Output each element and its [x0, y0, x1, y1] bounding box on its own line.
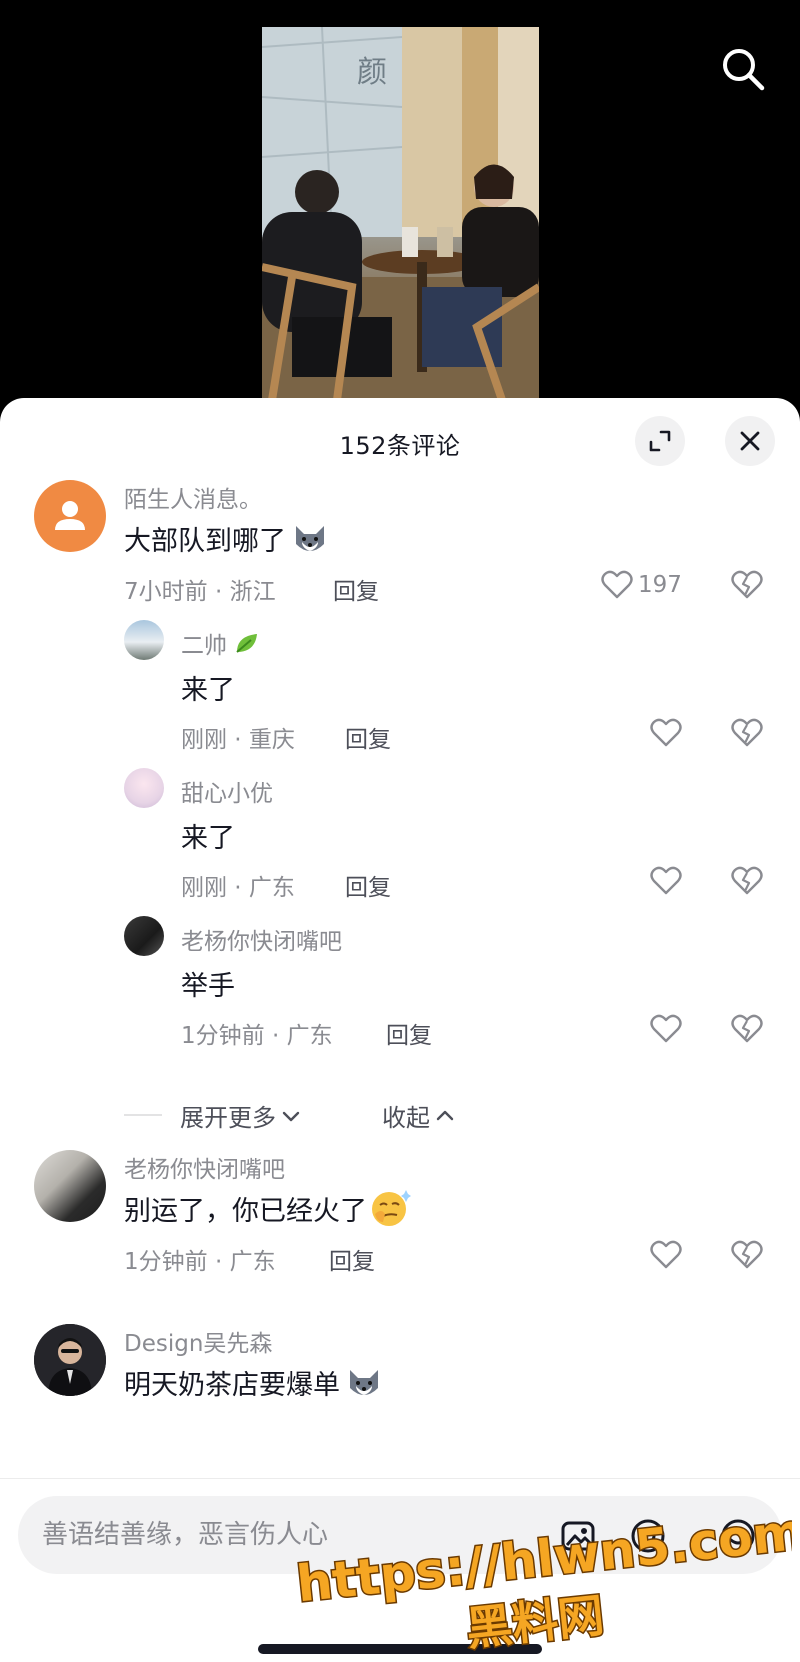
broken-heart-icon	[731, 570, 763, 599]
avatar[interactable]	[124, 768, 164, 808]
mention-button[interactable]	[628, 1516, 668, 1556]
comment-text-content: 别运了，你已经火了	[124, 1195, 367, 1227]
comment-text: 举手	[181, 971, 235, 1002]
like-count: 197	[638, 572, 682, 598]
collapse-button[interactable]: 收起	[382, 1098, 456, 1133]
broken-heart-icon	[731, 718, 763, 747]
comment-text: 来了	[181, 675, 235, 706]
comment-time-location: 1分钟前 · 广东	[181, 1023, 333, 1049]
dislike-button[interactable]	[730, 568, 764, 606]
reply-item: 二帅 来了 刚刚 · 重庆 回复	[0, 618, 800, 768]
avatar-photo	[34, 1324, 106, 1396]
reply-button[interactable]: 回复	[386, 1016, 432, 1050]
reply-item: 甜心小优 来了 刚刚 · 广东 回复	[0, 766, 800, 916]
dislike-button[interactable]	[730, 1012, 764, 1050]
comment-item: 老杨你快闭嘴吧 别运了，你已经火了 1分钟前 · 广东 回复	[0, 1148, 800, 1298]
comment-username[interactable]: 老杨你快闭嘴吧	[124, 1150, 285, 1184]
comment-username[interactable]: 老杨你快闭嘴吧	[181, 922, 342, 956]
emoji-button[interactable]	[718, 1516, 758, 1556]
husky-emoji-icon	[350, 1370, 378, 1395]
comment-time-location: 1分钟前 · 广东	[124, 1249, 276, 1275]
dislike-button[interactable]	[730, 1238, 764, 1276]
avatar[interactable]	[34, 1324, 106, 1396]
comment-time-location: 刚刚 · 广东	[181, 875, 295, 901]
heart-icon	[650, 718, 682, 747]
video-thumbnail[interactable]: 颜	[262, 27, 539, 400]
image-icon	[561, 1521, 595, 1551]
svg-text:颜: 颜	[357, 55, 387, 90]
comment-input-bar	[0, 1478, 800, 1662]
close-icon	[740, 431, 760, 451]
leaf-emoji-icon	[236, 634, 257, 653]
expand-sheet-button[interactable]	[635, 416, 685, 466]
chevron-down-icon	[282, 1111, 300, 1121]
comment-text-content: 大部队到哪了	[124, 525, 286, 557]
comment-username-text: 二帅	[181, 633, 227, 659]
comment-text: 明天奶茶店要爆单	[124, 1362, 384, 1402]
heart-icon	[650, 1240, 682, 1269]
video-player[interactable]: 颜	[0, 0, 800, 400]
comment-username[interactable]: 陌生人消息。	[124, 480, 262, 514]
default-user-icon	[55, 501, 85, 530]
reply-button[interactable]: 回复	[329, 1242, 375, 1276]
broken-heart-icon	[731, 866, 763, 895]
dislike-button[interactable]	[730, 716, 764, 754]
chevron-up-icon	[436, 1110, 454, 1120]
husky-emoji-icon	[296, 526, 324, 551]
avatar[interactable]	[34, 480, 106, 552]
avatar[interactable]	[124, 620, 164, 660]
comment-username[interactable]: 二帅	[181, 626, 261, 660]
avatar[interactable]	[34, 1150, 106, 1222]
comment-text: 别运了，你已经火了	[124, 1188, 411, 1228]
smirk-emoji-icon	[372, 1190, 411, 1226]
comment-text: 大部队到哪了	[124, 518, 330, 558]
dislike-button[interactable]	[730, 864, 764, 902]
heart-icon	[650, 1014, 682, 1043]
comment-sheet: 152条评论 陌生人消息。 大部队到哪了 7小时前 · 浙江 回复 197 二帅…	[0, 398, 800, 1662]
reply-item: 老杨你快闭嘴吧 举手 1分钟前 · 广东 回复	[0, 914, 800, 1064]
close-button[interactable]	[725, 416, 775, 466]
comment-text: 来了	[181, 823, 235, 854]
sheet-header: 152条评论	[0, 398, 800, 482]
video-scene-image: 颜	[262, 27, 539, 400]
like-button[interactable]: 197	[600, 568, 682, 602]
comment-username[interactable]: 甜心小优	[181, 774, 273, 808]
avatar[interactable]	[124, 916, 164, 956]
expand-more-label: 展开更多	[180, 1104, 276, 1132]
like-button[interactable]	[649, 1012, 683, 1046]
expand-more-button[interactable]: 展开更多	[180, 1098, 302, 1133]
like-button[interactable]	[649, 716, 683, 750]
search-button[interactable]	[718, 44, 768, 94]
comment-username[interactable]: Design吴先森	[124, 1324, 272, 1358]
comment-item: Design吴先森 明天奶茶店要爆单	[0, 1316, 800, 1476]
broken-heart-icon	[731, 1014, 763, 1043]
comment-item: 陌生人消息。 大部队到哪了 7小时前 · 浙江 回复 197	[0, 478, 800, 628]
comment-time-location: 7小时前 · 浙江	[124, 579, 276, 605]
like-button[interactable]	[649, 864, 683, 898]
smile-icon	[721, 1519, 755, 1553]
heart-icon	[601, 570, 633, 599]
home-indicator[interactable]	[258, 1644, 542, 1654]
comment-input[interactable]	[42, 1496, 522, 1574]
broken-heart-icon	[731, 1240, 763, 1269]
collapse-label: 收起	[382, 1104, 430, 1132]
comment-text-content: 明天奶茶店要爆单	[124, 1369, 340, 1401]
thread-controls: 展开更多 收起	[124, 1094, 624, 1134]
expand-icon	[649, 430, 671, 452]
search-icon	[723, 49, 765, 91]
comment-time-location: 刚刚 · 重庆	[181, 727, 295, 753]
reply-button[interactable]: 回复	[345, 868, 391, 902]
reply-button[interactable]: 回复	[333, 572, 379, 606]
image-button[interactable]	[558, 1516, 598, 1556]
comment-input-container[interactable]	[18, 1496, 782, 1574]
thread-divider	[124, 1114, 162, 1116]
reply-button[interactable]: 回复	[345, 720, 391, 754]
heart-icon	[650, 866, 682, 895]
at-icon	[631, 1519, 665, 1553]
like-button[interactable]	[649, 1238, 683, 1272]
